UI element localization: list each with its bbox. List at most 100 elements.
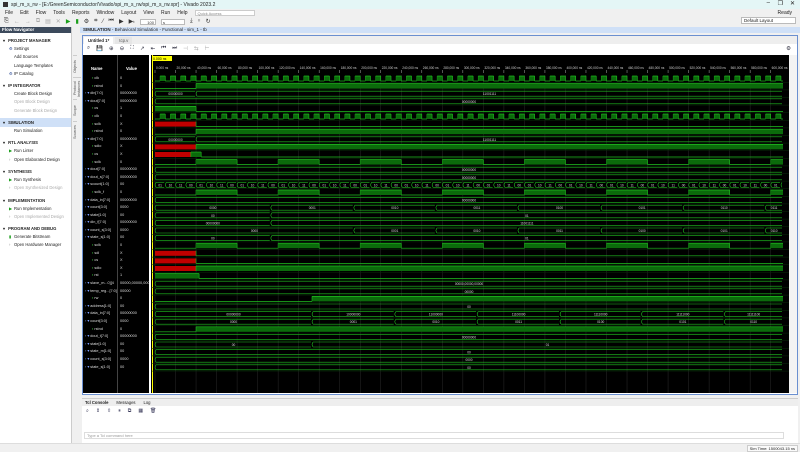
signal-name-row[interactable]: ▪rw	[83, 295, 117, 303]
run-time-input[interactable]: 100	[139, 18, 156, 25]
signal-name-row[interactable]: › ▾count_s[3:0]	[83, 356, 117, 364]
signal-name-row[interactable]: › ▾state[1:0]	[83, 341, 117, 349]
swap-icon[interactable]: ⇆	[194, 46, 199, 52]
run-unit-select[interactable]: s	[160, 18, 185, 25]
program-icon[interactable]: ▮	[75, 18, 78, 25]
signal-name-row[interactable]: ▪sclk	[83, 242, 117, 250]
add-marker-icon[interactable]: ⊣	[183, 46, 188, 52]
grid-icon[interactable]: ▦	[138, 408, 143, 414]
flow-section-synthesis[interactable]: ▾ SYNTHESIS	[0, 167, 71, 176]
menu-edit[interactable]: Edit	[20, 10, 29, 16]
console-tab-tcl-console[interactable]: Tcl Console	[85, 399, 108, 406]
signal-name-row[interactable]: › ▾count[3:0]	[83, 318, 117, 326]
zoom-out-icon[interactable]: ⊖	[120, 46, 125, 52]
go-start-icon[interactable]: ⏮	[161, 45, 166, 52]
signal-name-row[interactable]: › ▾din_f[7:0]	[83, 219, 117, 227]
signal-name-row[interactable]: › ▾slave_m...0][4	[83, 280, 117, 288]
flow-item-open-elaborated-design[interactable]: › Open Elaborated Design	[0, 156, 71, 164]
flow-section-simulation[interactable]: ▾ SIMULATION	[0, 118, 71, 128]
search-icon[interactable]: ⌕	[87, 45, 90, 52]
signal-name-row[interactable]: › ▾data_in[7:0]	[83, 310, 117, 318]
menu-flow[interactable]: Flow	[36, 10, 47, 16]
flow-icon[interactable]: ⎘	[4, 18, 9, 25]
signal-name-row[interactable]: ▪sclk_f	[83, 189, 117, 197]
menu-help[interactable]: Help	[177, 10, 187, 16]
side-tab-objects[interactable]: Objects	[73, 55, 77, 77]
console-tab-log[interactable]: Log	[144, 399, 151, 406]
flow-item-settings[interactable]: ⚙Settings	[0, 45, 71, 53]
restart-icon[interactable]: ⏮	[109, 18, 114, 25]
flow-item-run-implementation[interactable]: ▶ Run Implementation	[0, 205, 71, 213]
signal-name-row[interactable]: › ▾state_s[1:0]	[83, 234, 117, 242]
paste-icon[interactable]: ▤	[45, 18, 51, 25]
tcl-command-input[interactable]: Type a Tcl command here	[84, 432, 784, 439]
wave-tab[interactable]: tcp.v	[115, 37, 133, 44]
signal-name-row[interactable]: ▪rst	[83, 272, 117, 280]
settings-icon[interactable]: ⚙	[84, 18, 89, 25]
signal-name-row[interactable]: › ▾state[1:0]	[83, 212, 117, 220]
flow-item-open-block-design[interactable]: Open Block Design	[0, 98, 71, 106]
flow-item-run-synthesis[interactable]: ▶ Run Synthesis	[0, 176, 71, 184]
flow-item-create-block-design[interactable]: Create Block Design	[0, 90, 71, 98]
menu-layout[interactable]: Layout	[121, 10, 136, 16]
signal-name-row[interactable]: › ▾dout[7:0]	[83, 98, 117, 106]
side-tab-scope[interactable]: Scope	[73, 99, 77, 121]
signal-name-row[interactable]: ▪cs	[83, 105, 117, 113]
signal-name-row[interactable]: ▪sdi	[83, 250, 117, 258]
clear-icon[interactable]: 🗑	[150, 408, 156, 414]
relaunch-icon[interactable]: ↻	[206, 18, 211, 25]
prev-transition-icon[interactable]: ⇤	[151, 46, 156, 52]
settings-icon[interactable]: ⚙	[786, 46, 791, 52]
pause-icon[interactable]: ⏸	[118, 408, 121, 414]
signal-name-row[interactable]: › ▾state_m[1:0]	[83, 348, 117, 356]
signal-name-row[interactable]: ▪sclk	[83, 121, 117, 129]
menu-tools[interactable]: Tools	[53, 10, 65, 16]
goto-cursor-icon[interactable]: ↗	[140, 46, 145, 52]
flow-section-project-manager[interactable]: ▾ PROJECT MANAGER	[0, 36, 71, 45]
expand-icon[interactable]: ⇳	[107, 408, 111, 414]
snap-icon[interactable]: ⊢	[205, 46, 210, 52]
flow-item-open-synthesized-design[interactable]: › Open Synthesized Design	[0, 184, 71, 192]
signal-name-row[interactable]: › ▾dout[7:0]	[83, 166, 117, 174]
menu-reports[interactable]: Reports	[72, 10, 90, 16]
signal-name-row[interactable]: › ▾count_s[3:0]	[83, 227, 117, 235]
flow-item-run-simulation[interactable]: Run Simulation	[0, 127, 71, 135]
console-tab-messages[interactable]: Messages	[116, 399, 135, 406]
flow-item-open-implemented-design[interactable]: › Open Implemented Design	[0, 213, 71, 221]
signal-name-row[interactable]: › ▾din[7:0]	[83, 136, 117, 144]
signal-name-row[interactable]: ▪rstnd	[83, 326, 117, 334]
flow-section-rtl-analysis[interactable]: ▾ RTL ANALYSIS	[0, 138, 71, 147]
signal-name-row[interactable]: ▪sdio	[83, 143, 117, 151]
signal-name-row[interactable]: › ▾din[7:0]	[83, 90, 117, 98]
wand-icon[interactable]: ⁄	[103, 19, 104, 25]
flow-section-program-and-debug[interactable]: ▾ PROGRAM AND DEBUG	[0, 224, 71, 233]
menu-window[interactable]: Window	[96, 10, 114, 16]
run-for-icon[interactable]: ▶ₜ	[129, 18, 135, 25]
side-tab-protocol-instances[interactable]: Protocol Instances	[73, 77, 81, 99]
signal-name-row[interactable]: ▪clk	[83, 75, 117, 83]
close-button[interactable]: ✕	[790, 0, 795, 7]
waveform-canvas[interactable]: 0.000 ns 20,000 ns 40,000 ns 60,000 ns 80,00…	[151, 55, 791, 393]
flow-item-generate-bitstream[interactable]: ▮ Generate Bitstream	[0, 233, 71, 241]
signal-name-row[interactable]: › ▾temp_reg...[7:0]	[83, 288, 117, 296]
search-icon[interactable]: ⌕	[86, 408, 89, 414]
side-tab-sources[interactable]: Sources	[73, 121, 77, 143]
menu-run[interactable]: Run	[161, 10, 170, 16]
collapse-icon[interactable]: ⇕	[96, 408, 100, 414]
save-icon[interactable]: 💾	[96, 46, 103, 52]
menu-view[interactable]: View	[143, 10, 154, 16]
zoom-fit-icon[interactable]: ⛶	[130, 45, 134, 52]
signal-name-row[interactable]: › ▾dout_s[7:0]	[83, 174, 117, 182]
flow-section-ip-integrator[interactable]: ▾ IP INTEGRATOR	[0, 81, 71, 90]
signal-name-row[interactable]: › ▾scount[1:0]	[83, 181, 117, 189]
flow-item-language-templates[interactable]: Language Templates	[0, 62, 71, 70]
go-end-icon[interactable]: ⏭	[172, 45, 177, 52]
quick-access-input[interactable]: Quick Access	[194, 10, 255, 16]
signal-name-row[interactable]: ▪sdio	[83, 265, 117, 273]
step-icon[interactable]: ⤓	[190, 18, 193, 25]
signal-name-row[interactable]: › ▾state_s[1:0]	[83, 364, 117, 372]
signal-name-row[interactable]: ▪sclk	[83, 159, 117, 167]
signal-name-row[interactable]: ▪clk	[83, 113, 117, 121]
run-all-icon[interactable]: ▶	[119, 18, 124, 25]
undo-icon[interactable]: ←	[14, 19, 20, 25]
